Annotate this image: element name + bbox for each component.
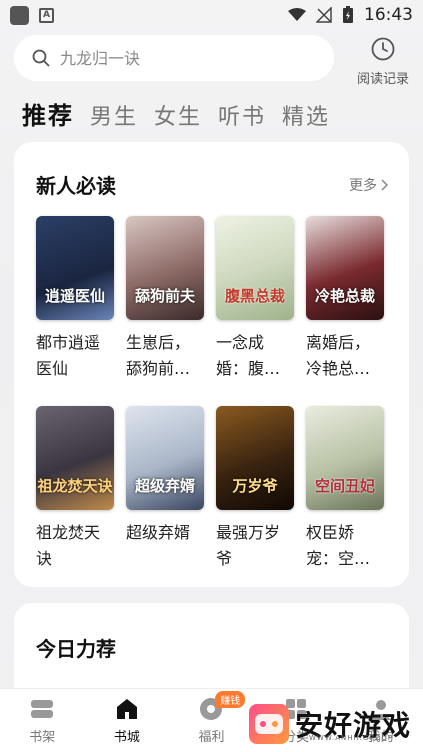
category-tabs: 推荐 男生 女生 听书 精选 bbox=[22, 96, 330, 131]
battery-icon bbox=[343, 6, 353, 23]
book-cover[interactable]: 祖龙焚天诀 bbox=[36, 406, 114, 510]
section-title: 今日力荐 bbox=[36, 637, 116, 661]
book-title[interactable]: 最强万岁爷 bbox=[216, 520, 294, 590]
book-title[interactable]: 超级弃婿 bbox=[126, 520, 204, 590]
bookshelf-icon bbox=[31, 700, 54, 718]
nav-label: 福利 bbox=[198, 730, 225, 745]
cover-title: 空间丑妃 bbox=[314, 477, 375, 495]
bookstore-icon bbox=[116, 699, 137, 719]
cover-title: 冷艳总裁 bbox=[314, 287, 375, 305]
more-label: 更多 bbox=[349, 178, 377, 194]
search-row: 阅读记录 bbox=[14, 34, 414, 87]
cover-title: 舔狗前夫 bbox=[134, 287, 195, 305]
book-cover[interactable]: 万岁爷 bbox=[216, 406, 294, 510]
search-icon bbox=[32, 49, 50, 67]
clock-icon bbox=[371, 37, 395, 61]
more-button[interactable]: 更多 bbox=[349, 175, 389, 195]
book-item[interactable]: 空间丑妃 权臣娇宠：空… bbox=[306, 406, 384, 590]
wifi-icon bbox=[288, 8, 306, 21]
tab-featured[interactable]: 精选 bbox=[282, 99, 330, 131]
book-item[interactable]: 祖龙焚天诀 祖龙焚天诀 bbox=[36, 406, 114, 590]
cover-title: 超级弃婿 bbox=[134, 477, 195, 495]
book-cover[interactable]: 腹黑总裁 bbox=[216, 216, 294, 320]
nav-label: 书架 bbox=[29, 730, 56, 745]
notification-icon bbox=[10, 5, 29, 25]
cover-title: 逍遥医仙 bbox=[44, 287, 105, 305]
book-cover[interactable]: 空间丑妃 bbox=[306, 406, 384, 510]
watermark: 安好游戏 WWW.ANHH.GROUP bbox=[248, 704, 411, 744]
book-item[interactable]: 逍遥医仙 都市逍遥医仙 bbox=[36, 216, 114, 400]
search-input[interactable] bbox=[60, 48, 300, 68]
nav-bookshelf[interactable]: 书架 bbox=[0, 689, 85, 752]
cover-title: 祖龙焚天诀 bbox=[37, 477, 113, 495]
section-title: 新人必读 bbox=[36, 174, 116, 198]
reading-history-button[interactable]: 阅读记录 bbox=[352, 36, 414, 87]
search-bar[interactable] bbox=[14, 35, 334, 81]
book-item[interactable]: 腹黑总裁 一念成婚：腹… bbox=[216, 216, 294, 400]
nav-bookstore[interactable]: 书城 bbox=[85, 689, 170, 752]
book-cover[interactable]: 超级弃婿 bbox=[126, 406, 204, 510]
app-notification-icon: A bbox=[39, 7, 54, 23]
nav-welfare[interactable]: 赚钱 福利 bbox=[169, 689, 254, 752]
tab-male[interactable]: 男生 bbox=[90, 99, 138, 131]
book-title[interactable]: 权臣娇宠：空… bbox=[306, 520, 384, 590]
clock: 16:43 bbox=[364, 5, 413, 25]
book-item[interactable]: 舔狗前夫 生崽后，舔狗前… bbox=[126, 216, 204, 400]
book-grid: 逍遥医仙 都市逍遥医仙 舔狗前夫 生崽后，舔狗前… 腹黑总裁 一念成婚：腹… 冷… bbox=[36, 216, 396, 590]
tab-female[interactable]: 女生 bbox=[154, 99, 202, 131]
book-title[interactable]: 祖龙焚天诀 bbox=[36, 520, 114, 590]
book-title[interactable]: 一念成婚：腹… bbox=[216, 330, 294, 400]
book-item[interactable]: 万岁爷 最强万岁爷 bbox=[216, 406, 294, 590]
watermark-logo-icon bbox=[248, 704, 289, 744]
book-cover[interactable]: 冷艳总裁 bbox=[306, 216, 384, 320]
book-title[interactable]: 离婚后，冷艳总… bbox=[306, 330, 384, 400]
new-reader-section: 新人必读 更多 逍遥医仙 都市逍遥医仙 舔狗前夫 生崽后，舔狗前… 腹黑总裁 一… bbox=[14, 142, 409, 587]
book-title[interactable]: 都市逍遥医仙 bbox=[36, 330, 114, 400]
book-cover[interactable]: 逍遥医仙 bbox=[36, 216, 114, 320]
tab-recommend[interactable]: 推荐 bbox=[22, 96, 74, 131]
book-cover[interactable]: 舔狗前夫 bbox=[126, 216, 204, 320]
book-item[interactable]: 超级弃婿 超级弃婿 bbox=[126, 406, 204, 590]
cover-title: 万岁爷 bbox=[232, 477, 278, 495]
chevron-right-icon bbox=[381, 179, 389, 191]
book-item[interactable]: 冷艳总裁 离婚后，冷艳总… bbox=[306, 216, 384, 400]
no-signal-icon bbox=[316, 7, 332, 23]
reading-history-label: 阅读记录 bbox=[356, 72, 409, 87]
watermark-subtext: WWW.ANHH.GROUP bbox=[309, 734, 393, 742]
cover-title: 腹黑总裁 bbox=[224, 287, 285, 305]
nav-label: 书城 bbox=[113, 730, 140, 745]
earn-badge: 赚钱 bbox=[215, 691, 246, 708]
status-bar: A 16:43 bbox=[0, 0, 423, 30]
tab-audiobook[interactable]: 听书 bbox=[218, 99, 266, 131]
book-title[interactable]: 生崽后，舔狗前… bbox=[126, 330, 204, 400]
